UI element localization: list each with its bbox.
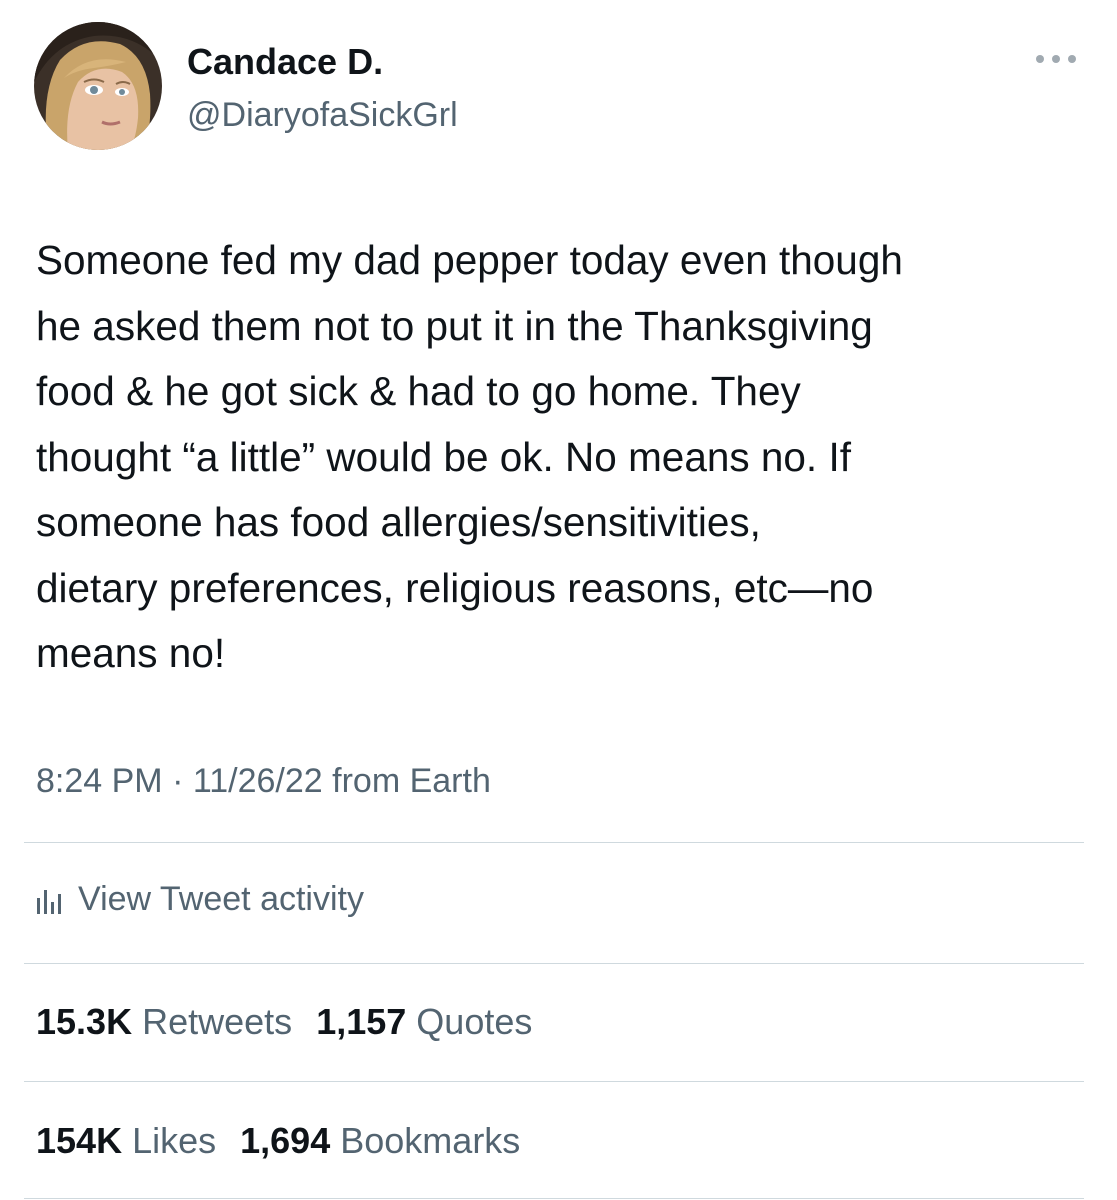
likes-label: Likes [132, 1120, 217, 1161]
retweets-stat[interactable]: 15.3K Retweets [36, 998, 292, 1046]
tweet-source: from Earth [332, 762, 491, 800]
likes-stat[interactable]: 154K Likes [36, 1117, 216, 1165]
meta-separator: · [172, 762, 184, 800]
engagement-row-2: 154K Likes 1,694 Bookmarks [36, 1117, 534, 1165]
likes-count: 154K [36, 1120, 123, 1161]
avatar[interactable] [34, 22, 162, 150]
quotes-label: Quotes [416, 1001, 533, 1042]
divider [24, 842, 1084, 843]
profile-photo-icon [34, 22, 162, 150]
tweet-time[interactable]: 8:24 PM [36, 762, 163, 800]
more-horizontal-icon [1036, 55, 1076, 63]
retweets-label: Retweets [142, 1001, 293, 1042]
more-options-button[interactable] [1028, 44, 1084, 74]
view-tweet-activity-label: View Tweet activity [78, 880, 364, 918]
tweet-text: Someone fed my dad pepper today even tho… [36, 237, 903, 676]
quotes-stat[interactable]: 1,157 Quotes [316, 998, 532, 1046]
divider [24, 1081, 1084, 1082]
tweet-metadata: 8:24 PM · 11/26/22 from Earth [36, 758, 491, 804]
engagement-row-1: 15.3K Retweets 1,157 Quotes [36, 998, 546, 1046]
tweet-detail: Candace D. @DiaryofaSickGrl Someone fed … [0, 0, 1117, 1200]
bookmarks-label: Bookmarks [340, 1120, 521, 1161]
quotes-count: 1,157 [316, 1001, 407, 1042]
author-display-name[interactable]: Candace D. [187, 40, 383, 84]
view-tweet-activity-button[interactable]: View Tweet activity [36, 874, 364, 924]
bookmarks-count: 1,694 [240, 1120, 331, 1161]
bookmarks-stat[interactable]: 1,694 Bookmarks [240, 1117, 520, 1165]
analytics-bar-icon [37, 890, 61, 914]
tweet-date[interactable]: 11/26/22 [193, 762, 323, 800]
divider [24, 963, 1084, 964]
retweets-count: 15.3K [36, 1001, 133, 1042]
author-handle[interactable]: @DiaryofaSickGrl [187, 94, 458, 136]
divider [24, 1198, 1084, 1199]
